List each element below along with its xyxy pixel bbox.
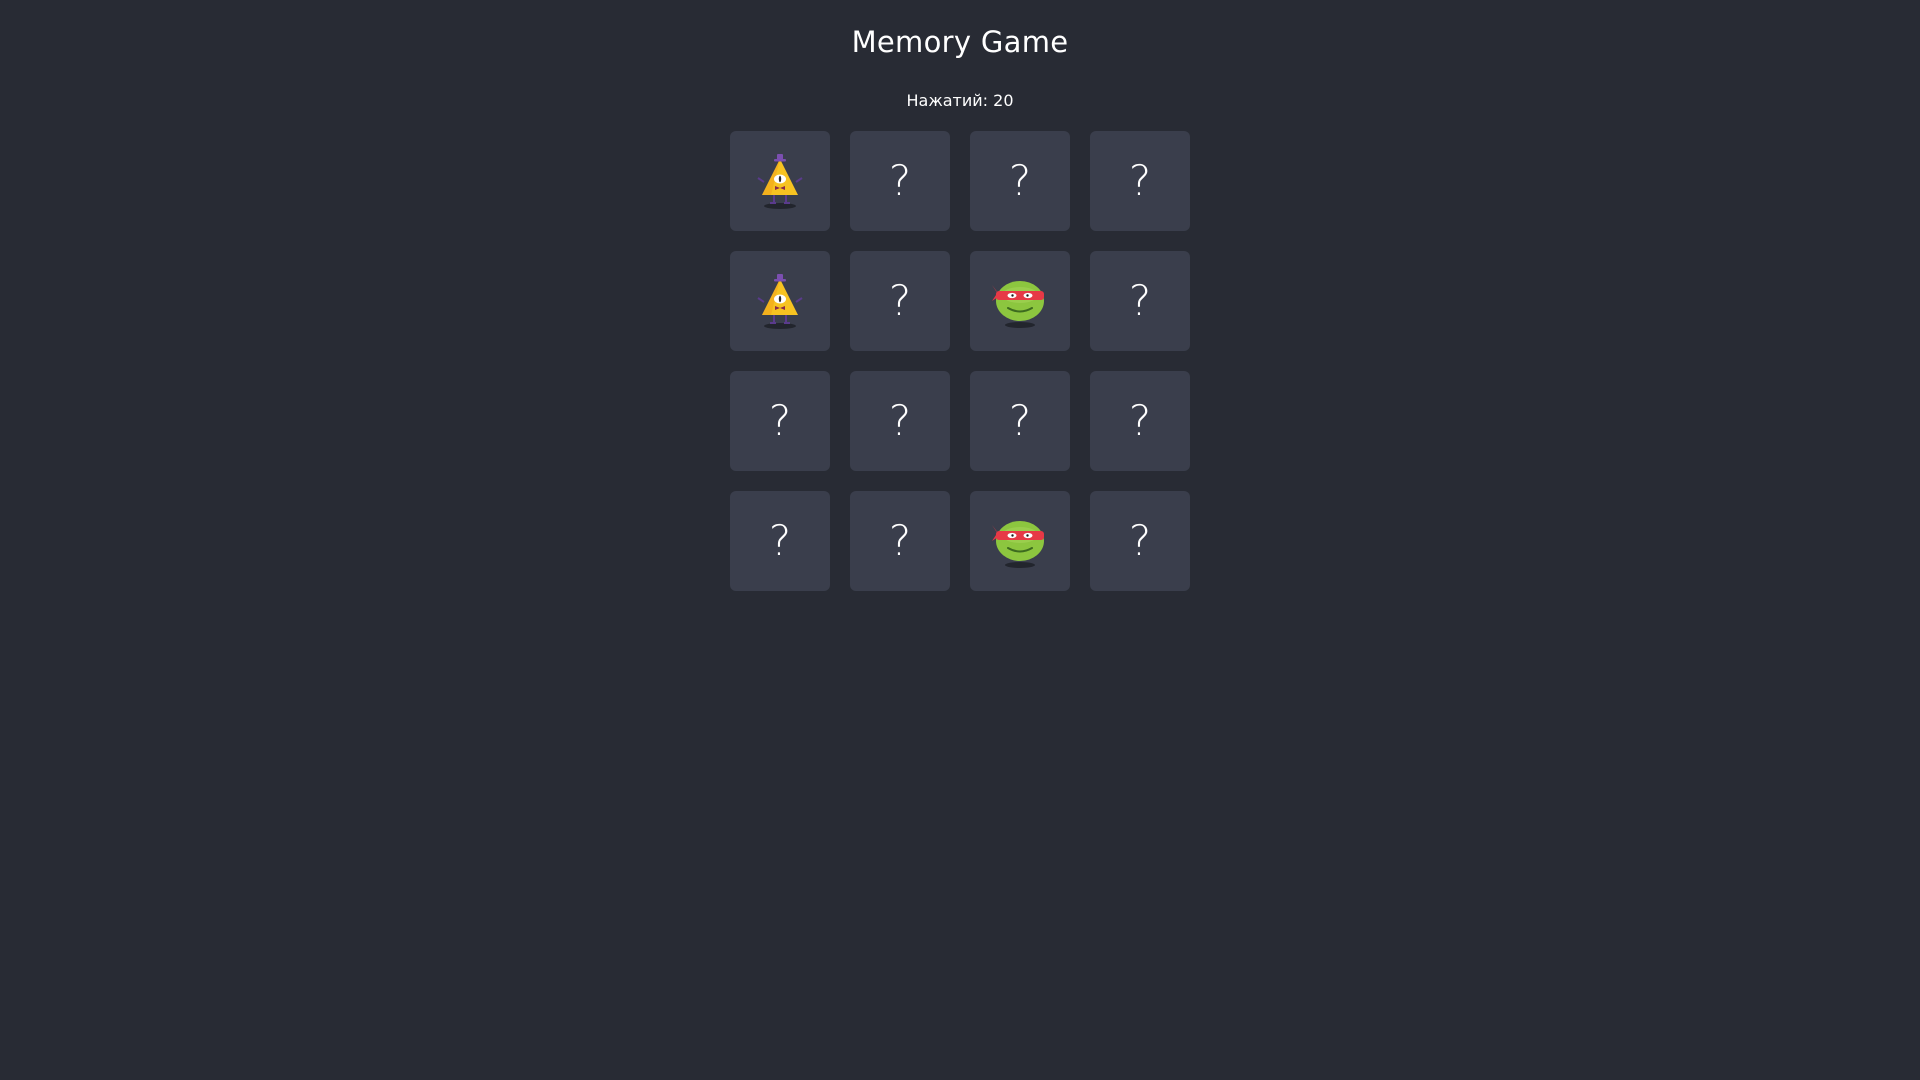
ninja-turtle-icon	[992, 513, 1048, 569]
card[interactable]: ?	[970, 131, 1070, 231]
hidden-card-symbol: ?	[1128, 156, 1152, 205]
card[interactable]: ?	[850, 491, 950, 591]
card[interactable]: ?	[730, 371, 830, 471]
game-board: ? ? ? ? ? ? ? ? ? ? ? ?	[730, 131, 1190, 591]
hidden-card-symbol: ?	[888, 396, 912, 445]
hidden-card-symbol: ?	[888, 276, 912, 325]
card[interactable]: ?	[970, 371, 1070, 471]
bill-cipher-icon	[756, 153, 804, 209]
page-title: Memory Game	[851, 25, 1069, 59]
revealed-card[interactable]	[970, 491, 1070, 591]
hidden-card-symbol: ?	[1008, 396, 1032, 445]
card[interactable]: ?	[1090, 131, 1190, 231]
hidden-card-symbol: ?	[1008, 156, 1032, 205]
memory-game-app: Memory Game Нажатий: 20 ? ? ? ? ? ? ? ? …	[0, 0, 1920, 1080]
hidden-card-symbol: ?	[1128, 516, 1152, 565]
card[interactable]: ?	[850, 131, 950, 231]
card[interactable]: ?	[1090, 251, 1190, 351]
revealed-card[interactable]	[730, 131, 830, 231]
hidden-card-symbol: ?	[888, 156, 912, 205]
bill-cipher-icon	[756, 273, 804, 329]
revealed-card[interactable]	[730, 251, 830, 351]
card[interactable]: ?	[1090, 491, 1190, 591]
revealed-card[interactable]	[970, 251, 1070, 351]
hidden-card-symbol: ?	[888, 516, 912, 565]
card[interactable]: ?	[850, 371, 950, 471]
card[interactable]: ?	[850, 251, 950, 351]
card[interactable]: ?	[730, 491, 830, 591]
click-counter: Нажатий: 20	[906, 91, 1014, 110]
hidden-card-symbol: ?	[1128, 396, 1152, 445]
hidden-card-symbol: ?	[768, 396, 792, 445]
card[interactable]: ?	[1090, 371, 1190, 471]
hidden-card-symbol: ?	[768, 516, 792, 565]
ninja-turtle-icon	[992, 273, 1048, 329]
hidden-card-symbol: ?	[1128, 276, 1152, 325]
